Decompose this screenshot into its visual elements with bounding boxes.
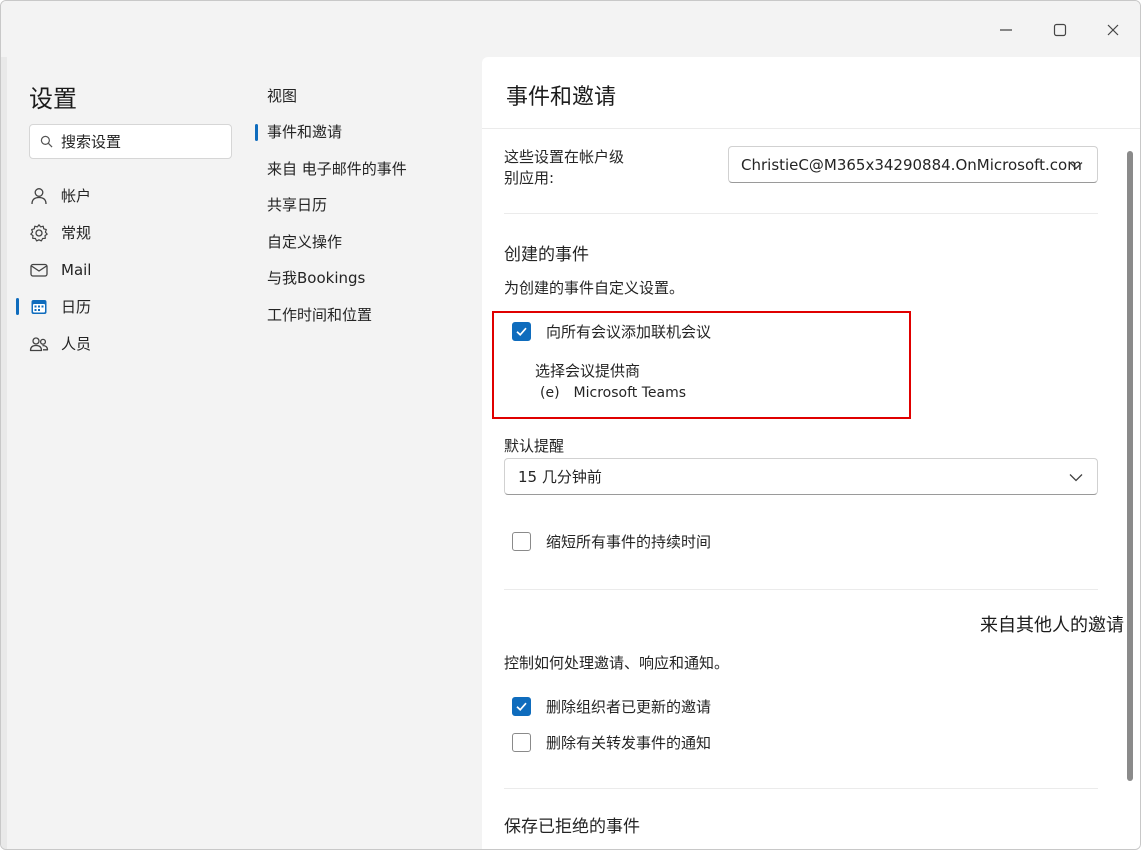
settings-window: 设置 帐户 常规 Mail [0, 0, 1141, 850]
nav-item-general[interactable]: 常规 [21, 214, 251, 251]
main-header: 事件和邀请 [482, 57, 1140, 129]
settings-nav: 设置 帐户 常规 Mail [7, 57, 253, 849]
checkmark-icon [516, 702, 527, 712]
title-bar [1, 1, 1140, 57]
search-icon [40, 135, 53, 148]
invitations-title: 来自其他人的邀请 [980, 615, 1124, 636]
divider [504, 589, 1098, 590]
nav-item-label: 常规 [61, 224, 92, 242]
maximize-button[interactable] [1045, 15, 1075, 45]
chevron-down-icon [1069, 162, 1083, 170]
account-select-value: ChristieC@M365x34290884.OnMicrosoft.com [741, 155, 1082, 174]
delete-updated-invites-label: 删除组织者已更新的邀请 [546, 698, 712, 716]
mail-icon [29, 260, 49, 280]
meeting-provider-option[interactable]: (e) Microsoft Teams [540, 385, 686, 401]
person-icon [29, 186, 49, 206]
provider-radio[interactable]: (e) [540, 385, 560, 401]
subnav-item-view[interactable]: 视图 [267, 77, 467, 114]
meeting-provider-label: 选择会议提供商 [535, 362, 641, 380]
nav-item-label: Mail [61, 260, 92, 279]
people-icon [29, 334, 49, 354]
subnav-item-custom-actions[interactable]: 自定义操作 [267, 223, 467, 260]
divider [504, 213, 1098, 214]
nav-item-people[interactable]: 人员 [21, 325, 251, 362]
gear-icon [29, 223, 49, 243]
subnav-item-shared-calendars[interactable]: 共享日历 [267, 187, 467, 224]
nav-item-calendar[interactable]: 日历 [16, 288, 251, 325]
subnav-item-bookings[interactable]: 与我Bookings [267, 260, 467, 297]
close-icon [1107, 24, 1119, 36]
account-scope-label: 这些设置在帐户级别应用: [504, 148, 625, 187]
provider-value: Microsoft Teams [573, 385, 687, 401]
add-online-meeting-option[interactable]: 向所有会议添加联机会议 [512, 321, 711, 342]
delete-forward-notices-option[interactable]: 删除有关转发事件的通知 [512, 732, 711, 753]
subnav-item-events-invitations[interactable]: 事件和邀请 [255, 114, 467, 151]
nav-item-label: 日历 [61, 298, 92, 316]
delete-forward-notices-label: 删除有关转发事件的通知 [546, 734, 712, 752]
close-button[interactable] [1098, 15, 1128, 45]
chevron-down-icon [1069, 474, 1083, 482]
shorten-events-option[interactable]: 缩短所有事件的持续时间 [512, 531, 711, 552]
checkmark-icon [516, 327, 527, 337]
minimize-button[interactable] [991, 15, 1021, 45]
subnav-list: 视图 事件和邀请 来自 电子邮件的事件 共享日历 自定义操作 与我Booking… [255, 77, 467, 333]
vertical-scrollbar[interactable] [1127, 151, 1133, 781]
default-reminder-select[interactable]: 15 几分钟前 [504, 458, 1098, 495]
add-online-meeting-checkbox[interactable] [512, 322, 531, 341]
subnav-item-events-from-email[interactable]: 来自 电子邮件的事件 [267, 150, 467, 187]
add-online-meeting-label: 向所有会议添加联机会议 [546, 323, 712, 341]
nav-item-label: 帐户 [61, 187, 92, 205]
minimize-icon [1000, 29, 1012, 31]
nav-item-account[interactable]: 帐户 [21, 177, 251, 214]
nav-item-mail[interactable]: Mail [21, 251, 251, 288]
delete-updated-invites-checkbox[interactable] [512, 697, 531, 716]
delete-forward-notices-checkbox[interactable] [512, 733, 531, 752]
divider [504, 788, 1098, 789]
account-select[interactable]: ChristieC@M365x34290884.OnMicrosoft.com [728, 146, 1098, 183]
created-events-description: 为创建的事件自定义设置。 [504, 279, 685, 297]
subnav-item-work-hours[interactable]: 工作时间和位置 [267, 296, 467, 333]
invitations-description: 控制如何处理邀请、响应和通知。 [504, 654, 730, 672]
maximize-icon [1053, 23, 1067, 37]
calendar-subnav: 视图 事件和邀请 来自 电子邮件的事件 共享日历 自定义操作 与我Booking… [253, 57, 481, 849]
search-input[interactable] [61, 132, 211, 151]
nav-list: 帐户 常规 Mail 日历 人员 [16, 177, 251, 362]
delete-updated-invites-option[interactable]: 删除组织者已更新的邀请 [512, 696, 711, 717]
shorten-events-label: 缩短所有事件的持续时间 [546, 533, 712, 551]
nav-item-label: 人员 [61, 335, 92, 353]
main-panel: 事件和邀请 这些设置在帐户级别应用: ChristieC@M365x342908… [482, 57, 1140, 849]
default-reminder-value: 15 几分钟前 [518, 468, 602, 486]
created-events-title: 创建的事件 [504, 245, 589, 265]
calendar-icon [29, 297, 49, 317]
search-box[interactable] [29, 124, 232, 159]
settings-title: 设置 [29, 85, 77, 113]
shorten-events-checkbox[interactable] [512, 532, 531, 551]
declined-events-title: 保存已拒绝的事件 [504, 817, 640, 837]
page-title: 事件和邀请 [506, 85, 617, 110]
default-reminder-label: 默认提醒 [504, 437, 565, 455]
